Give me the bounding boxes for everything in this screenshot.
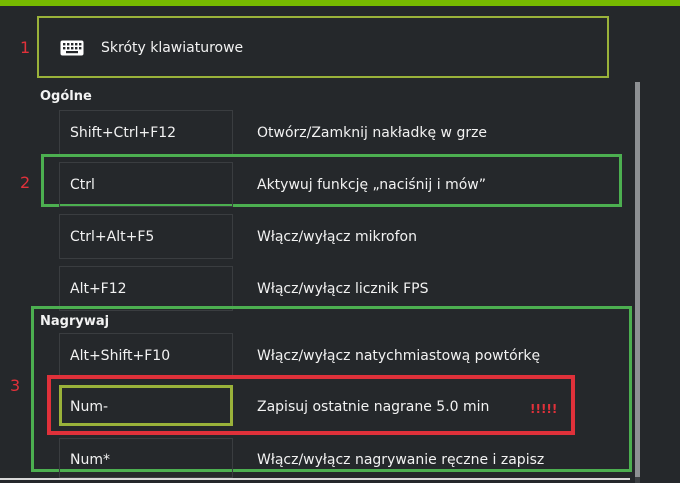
shortcut-key: Ctrl+Alt+F5 xyxy=(70,229,155,245)
shortcut-key: Num* xyxy=(70,452,110,468)
bottom-divider xyxy=(0,478,630,480)
keyboard-icon xyxy=(60,40,84,56)
section-title-general: Ogólne xyxy=(40,89,92,104)
shortcut-action: Włącz/wyłącz natychmiastową powtórkę xyxy=(257,348,541,364)
shortcut-key: Alt+F12 xyxy=(70,281,127,297)
annotation-label-3: 3 xyxy=(10,376,21,395)
shortcut-key: Alt+Shift+F10 xyxy=(70,348,171,364)
page-title: Skróty klawiaturowe xyxy=(101,40,244,56)
shortcut-key: Shift+Ctrl+F12 xyxy=(70,125,177,141)
shortcut-key: Ctrl xyxy=(70,177,95,193)
shortcut-key: Num- xyxy=(70,399,109,415)
annotation-label-2: 2 xyxy=(20,173,31,192)
shortcut-action: Włącz/wyłącz nagrywanie ręczne i zapisz xyxy=(257,452,545,468)
shortcut-action: Otwórz/Zamknij nakładkę w grze xyxy=(257,125,488,141)
warning-marks: !!!!! xyxy=(530,402,558,416)
section-title-record: Nagrywaj xyxy=(40,314,110,329)
shortcut-action: Włącz/wyłącz licznik FPS xyxy=(257,281,429,297)
accent-top-bar xyxy=(0,0,680,6)
shortcut-action: Zapisuj ostatnie nagrane 5.0 min xyxy=(257,399,490,415)
scrollbar-thumb[interactable] xyxy=(635,82,640,477)
shortcut-action: Włącz/wyłącz mikrofon xyxy=(257,229,417,245)
shortcut-action: Aktywuj funkcję „naciśnij i mów” xyxy=(257,177,486,193)
annotation-label-1: 1 xyxy=(20,38,31,57)
